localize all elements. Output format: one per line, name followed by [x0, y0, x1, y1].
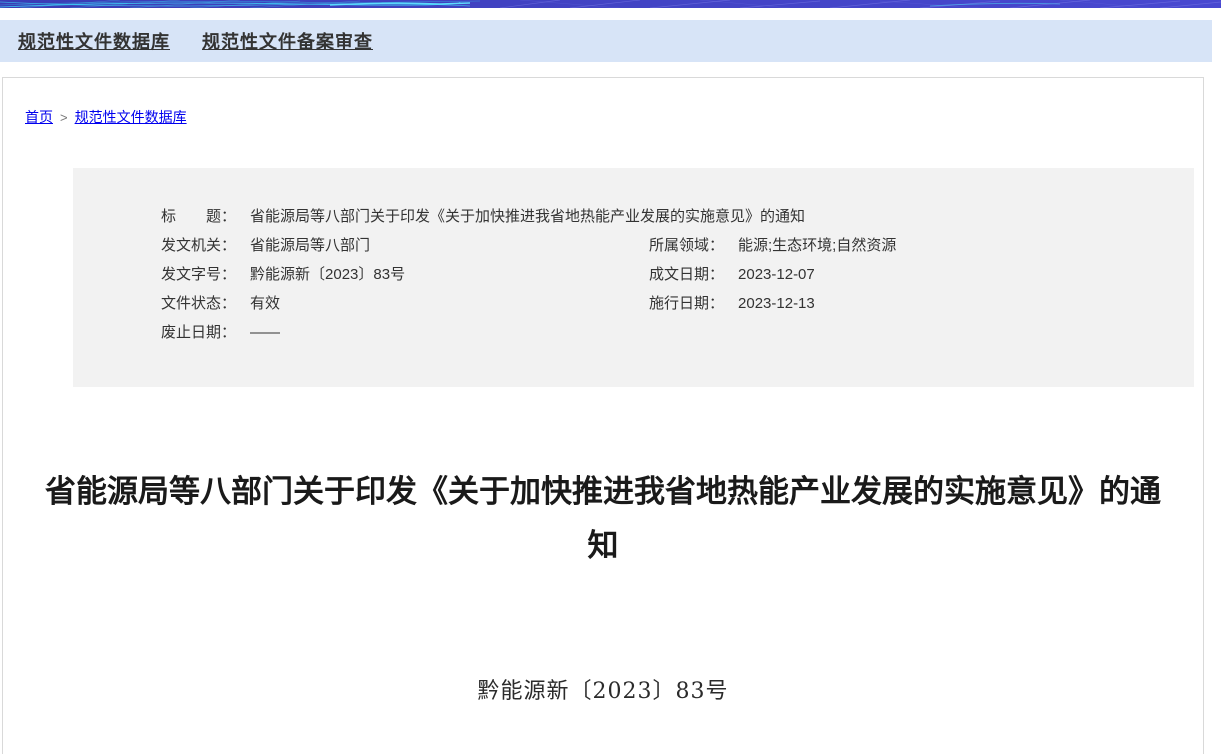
- meta-row-document-number: 发文字号： 黔能源新〔2023〕83号 成文日期： 2023-12-07: [161, 260, 1174, 289]
- meta-value-issuing-agency: 省能源局等八部门: [250, 231, 370, 260]
- meta-value-document-status: 有效: [250, 289, 280, 318]
- meta-row-repeal-date: 废止日期： ——: [161, 318, 1174, 347]
- breadcrumb-current-link[interactable]: 规范性文件数据库: [75, 109, 187, 125]
- document-number: 黔能源新〔2023〕83号: [3, 673, 1203, 705]
- tab-regulatory-documents-filing-review[interactable]: 规范性文件备案审查: [202, 28, 373, 54]
- content-container: 首页 > 规范性文件数据库 标 题： 省能源局等八部门关于印发《关于加快推进我省地热…: [2, 77, 1204, 754]
- nav-tab-bar: 规范性文件数据库 规范性文件备案审查: [0, 20, 1212, 62]
- meta-value-issue-date: 2023-12-07: [738, 260, 815, 289]
- meta-row-title: 标 题： 省能源局等八部门关于印发《关于加快推进我省地热能产业发展的实施意见》的…: [161, 202, 1174, 231]
- meta-label-field: 所属领域：: [649, 231, 724, 260]
- breadcrumb-home-link[interactable]: 首页: [25, 109, 53, 125]
- decorative-banner: [0, 0, 1221, 8]
- meta-value-document-number: 黔能源新〔2023〕83号: [250, 260, 405, 289]
- meta-value-effective-date: 2023-12-13: [738, 289, 815, 318]
- tab-regulatory-documents-database[interactable]: 规范性文件数据库: [18, 28, 170, 54]
- meta-label-repeal-date: 废止日期：: [161, 318, 236, 347]
- meta-label-effective-date: 施行日期：: [649, 289, 724, 318]
- document-metadata-panel: 标 题： 省能源局等八部门关于印发《关于加快推进我省地热能产业发展的实施意见》的…: [73, 168, 1194, 387]
- meta-value-repeal-date: ——: [250, 318, 280, 347]
- meta-label-issuing-agency: 发文机关：: [161, 231, 236, 260]
- breadcrumb-separator: >: [60, 110, 68, 125]
- banner-mesh-graphic: [0, 0, 1221, 8]
- meta-label-document-status: 文件状态：: [161, 289, 236, 318]
- meta-label-title: 标 题：: [161, 202, 236, 231]
- meta-label-issue-date: 成文日期：: [649, 260, 724, 289]
- meta-value-title: 省能源局等八部门关于印发《关于加快推进我省地热能产业发展的实施意见》的通知: [250, 202, 805, 231]
- meta-value-field: 能源;生态环境;自然资源: [738, 231, 896, 260]
- breadcrumb: 首页 > 规范性文件数据库: [3, 78, 1203, 127]
- meta-row-document-status: 文件状态： 有效 施行日期： 2023-12-13: [161, 289, 1174, 318]
- document-title: 省能源局等八部门关于印发《关于加快推进我省地热能产业发展的实施意见》的通知: [38, 465, 1168, 573]
- meta-label-document-number: 发文字号：: [161, 260, 236, 289]
- meta-row-issuing-agency: 发文机关： 省能源局等八部门 所属领域： 能源;生态环境;自然资源: [161, 231, 1174, 260]
